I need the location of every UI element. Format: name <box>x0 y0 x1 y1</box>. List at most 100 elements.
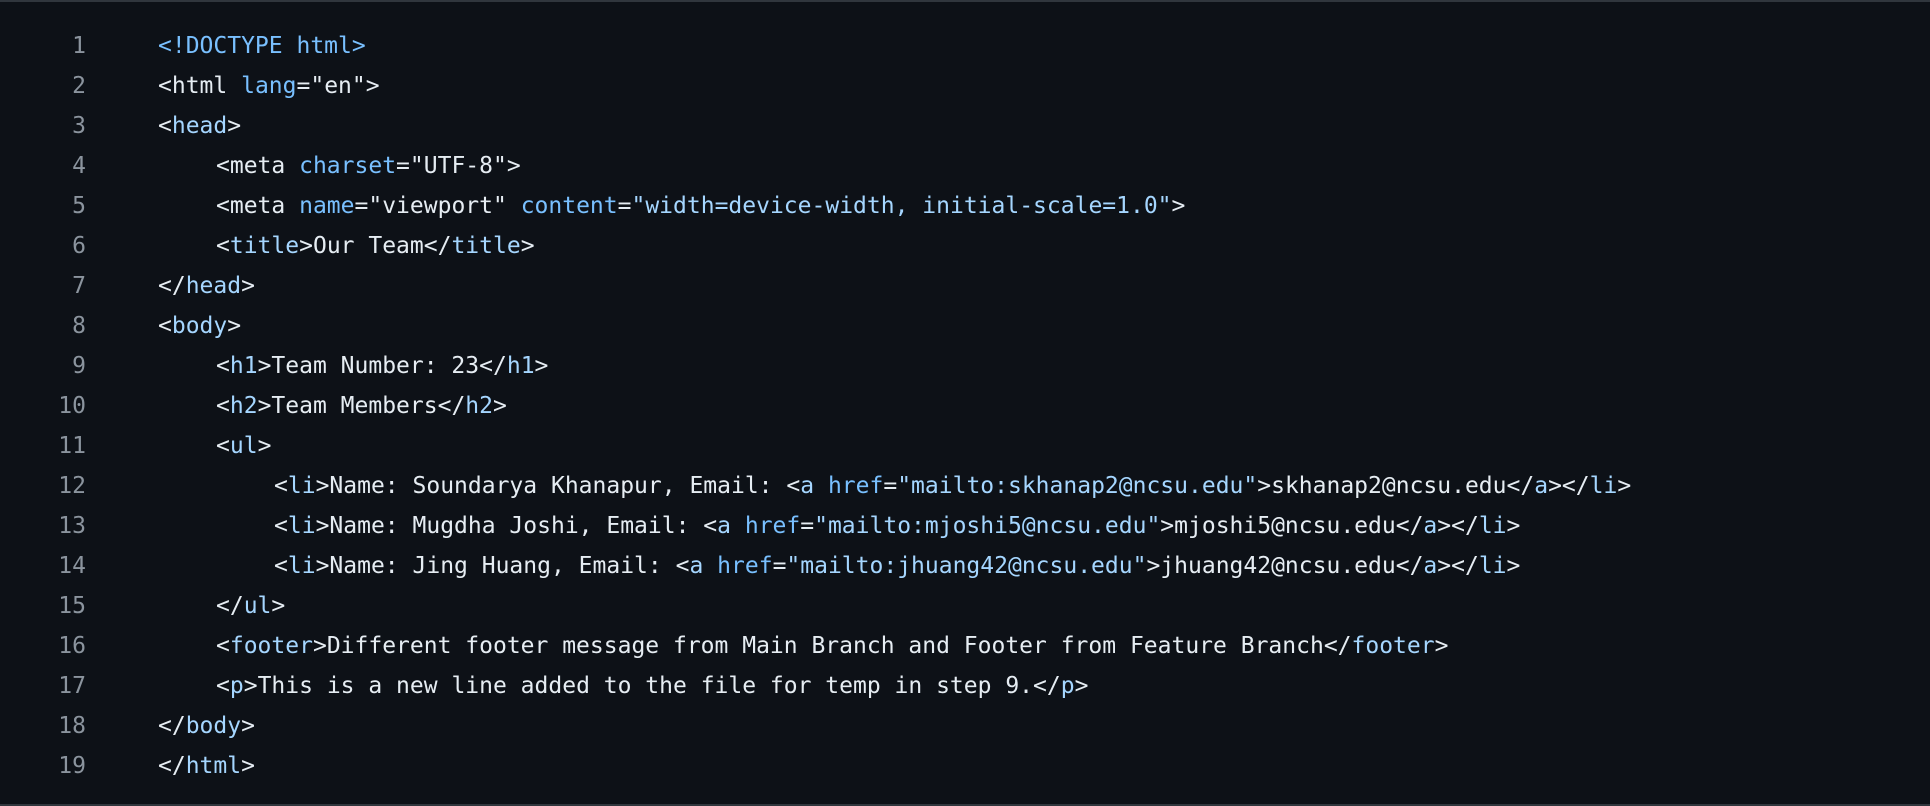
code-token-str: "mailto:jhuang42@ncsu.edu" <box>786 553 1147 579</box>
code-token-punc: > <box>506 153 521 179</box>
code-token-punc: < <box>675 553 690 579</box>
line-code: <footer>Different footer message from Ma… <box>216 633 1448 659</box>
code-token-tag: html <box>185 753 242 779</box>
code-token-attr: href <box>744 513 801 539</box>
code-token-txt: mjoshi5@ncsu.edu <box>1174 513 1396 539</box>
code-line: 6 <title>Our Team</title> <box>0 226 1930 266</box>
code-token-tag: body <box>171 313 228 339</box>
line-number[interactable]: 15 <box>0 593 86 619</box>
line-number[interactable]: 14 <box>0 553 86 579</box>
code-token-punc: > <box>315 513 330 539</box>
line-number[interactable]: 10 <box>0 393 86 419</box>
code-token-punc: > <box>1074 673 1089 699</box>
code-token-txt: This is a new line added to the file for… <box>257 673 1034 699</box>
line-number[interactable]: 6 <box>0 233 86 259</box>
code-token-punc: </ <box>216 593 244 619</box>
code-token-punc: < <box>216 193 230 219</box>
line-number[interactable]: 3 <box>0 113 86 139</box>
code-token-tag: h2 <box>229 393 258 419</box>
code-token-punc: < <box>216 353 230 379</box>
code-token-punc: > <box>315 473 330 499</box>
code-token-txt: html <box>171 73 242 99</box>
code-token-tag: h1 <box>229 353 258 379</box>
code-token-punc: > <box>1171 193 1186 219</box>
code-token-tag: p <box>1060 673 1075 699</box>
code-line: 8 <body> <box>0 306 1930 346</box>
code-token-punc: ></ <box>1437 513 1479 539</box>
code-token-tag: a <box>1423 513 1438 539</box>
code-token-punc: < <box>158 73 172 99</box>
code-token-punc: </ <box>423 233 452 259</box>
code-token-punc: < <box>786 473 801 499</box>
line-code: <h1>Team Number: 23</h1> <box>216 353 548 379</box>
code-token-txt: Name: Jing Huang, Email: <box>329 553 676 579</box>
line-code: < p> This is a new line added to the file … <box>216 673 1088 699</box>
code-token-punc: </ <box>1506 473 1535 499</box>
code-token-tag: a <box>1534 473 1549 499</box>
code-token-punc: > <box>1506 553 1521 579</box>
line-number[interactable]: 1 <box>0 33 86 59</box>
code-token-punc: = <box>772 553 787 579</box>
code-token-punc: </ <box>158 273 186 299</box>
code-token-punc: > <box>227 113 242 139</box>
code-token-punc: </ <box>158 753 186 779</box>
code-token-tag: ul <box>229 433 258 459</box>
code-line: 3 <head> <box>0 106 1930 146</box>
line-number[interactable]: 16 <box>0 633 86 659</box>
code-token-punc: > <box>241 273 255 299</box>
code-token-txt: Team Number: 23 <box>271 353 480 379</box>
code-token-txt: skhanap2@ncsu.edu <box>1271 473 1507 499</box>
code-line: 15 </ul> <box>0 586 1930 626</box>
code-token-tag: li <box>287 553 316 579</box>
code-token-attr: name <box>299 193 355 219</box>
code-token-punc: > <box>365 73 380 99</box>
code-token-punc: < <box>158 313 172 339</box>
line-code: <li>Name: Mugdha Joshi, Email: <a href="… <box>274 513 1520 539</box>
line-number[interactable]: 9 <box>0 353 86 379</box>
line-number[interactable]: 13 <box>0 513 86 539</box>
code-line: 13 <li>Name: Mugdha Joshi, Email: <a href… <box>0 506 1930 546</box>
code-token-tag: a <box>717 513 745 539</box>
code-token-attr: lang <box>241 73 297 99</box>
code-token-tag: head <box>185 273 242 299</box>
code-token-tag: title <box>229 233 300 259</box>
code-token-punc: > <box>315 553 330 579</box>
line-code: <ul> <box>216 433 271 459</box>
line-number[interactable]: 19 <box>0 753 86 779</box>
line-number[interactable]: 4 <box>0 153 86 179</box>
line-number[interactable]: 12 <box>0 473 86 499</box>
code-token-txt: "viewport" <box>368 193 521 219</box>
code-token-punc: = <box>354 193 369 219</box>
code-token-punc: < <box>274 553 288 579</box>
code-token-punc: < <box>274 473 288 499</box>
line-number[interactable]: 5 <box>0 193 86 219</box>
code-token-txt: meta <box>229 153 300 179</box>
code-token-punc: < <box>703 513 718 539</box>
code-token-punc: > <box>1160 513 1175 539</box>
code-token-punc: > <box>299 233 313 259</box>
line-number[interactable]: 18 <box>0 713 86 739</box>
code-token-attr: href <box>717 553 773 579</box>
line-number[interactable]: 2 <box>0 73 86 99</box>
line-code: </head> <box>158 273 255 299</box>
code-token-attr: content <box>520 193 618 219</box>
code-line: 7 </head> <box>0 266 1930 306</box>
code-token-punc: < <box>216 633 230 659</box>
code-token-punc: < <box>216 233 230 259</box>
code-token-punc: < <box>216 673 230 699</box>
code-token-punc: > <box>241 753 255 779</box>
line-number[interactable]: 11 <box>0 433 86 459</box>
code-token-punc: > <box>534 353 549 379</box>
code-line: 19 </html> <box>0 746 1930 786</box>
code-token-str: "width=device-width, initial-scale=1.0" <box>631 193 1172 219</box>
code-token-tag: h1 <box>506 353 535 379</box>
code-token-tag: li <box>287 473 316 499</box>
line-number[interactable]: 17 <box>0 673 86 699</box>
code-token-txt: "en" <box>310 73 366 99</box>
code-line: 11 <ul> <box>0 426 1930 466</box>
line-number[interactable]: 8 <box>0 313 86 339</box>
line-number[interactable]: 7 <box>0 273 86 299</box>
code-token-tag: head <box>171 113 228 139</box>
code-token-punc: ></ <box>1548 473 1590 499</box>
code-token-doct: <!DOCTYPE html> <box>158 33 366 59</box>
